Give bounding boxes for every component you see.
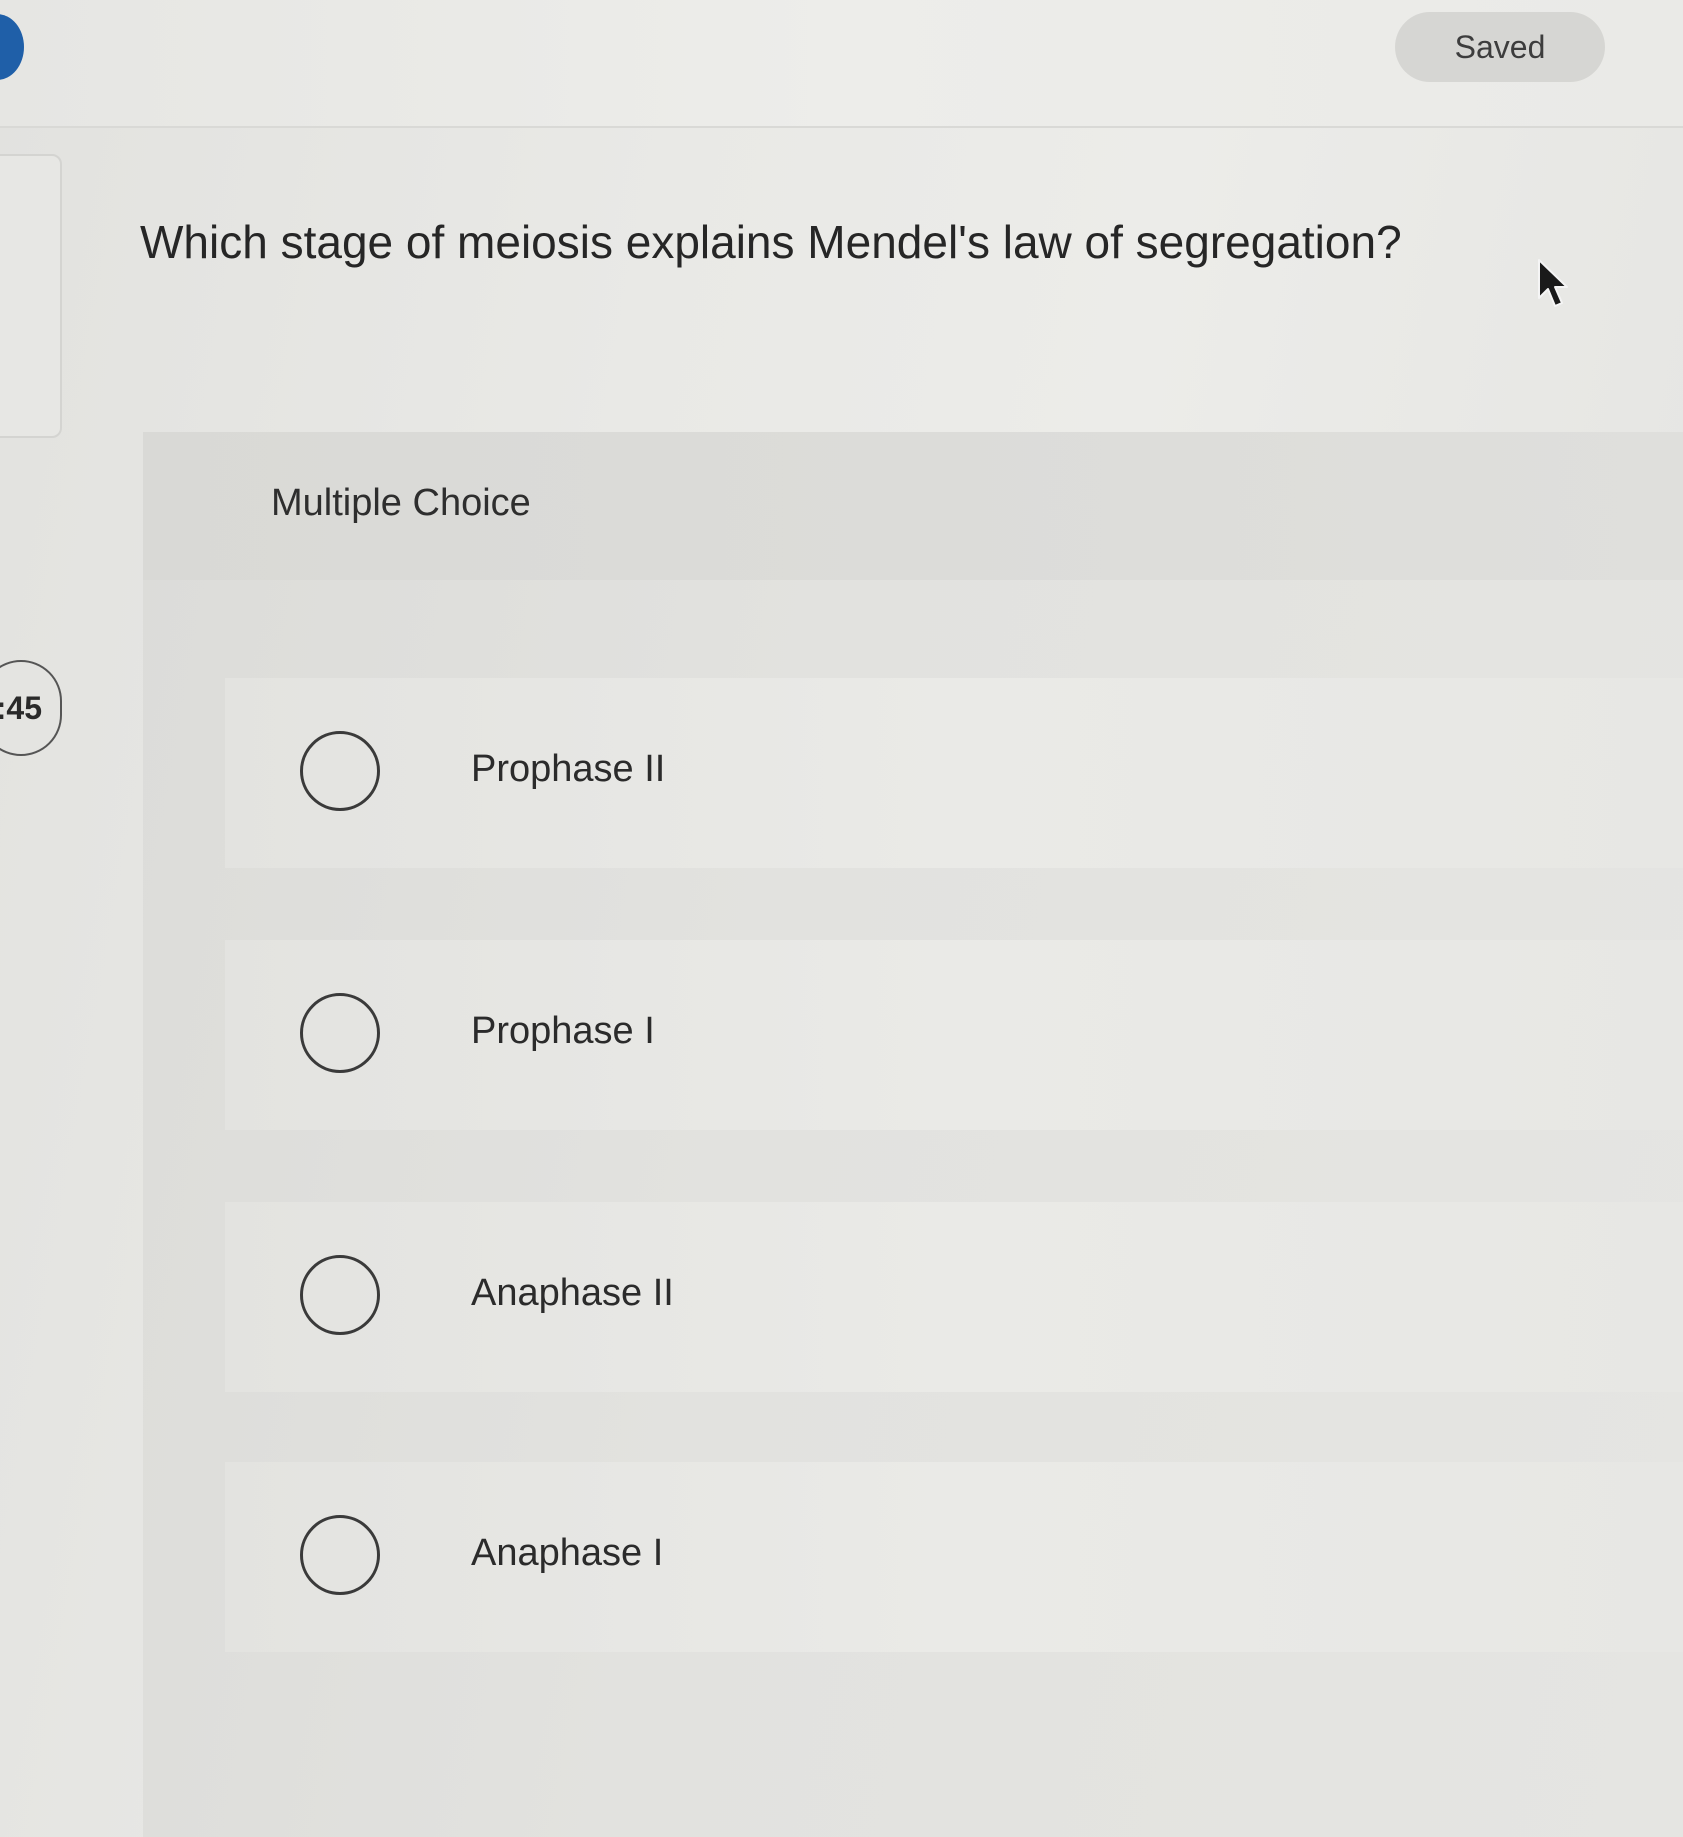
radio-unchecked-icon[interactable]: [300, 993, 380, 1073]
question-text: Which stage of meiosis explains Mendel's…: [140, 216, 1402, 268]
answer-option-label: Anaphase I: [471, 1532, 664, 1574]
timer-value: :45: [0, 689, 42, 726]
saved-status-label: Saved: [1454, 28, 1546, 65]
progress-indicator-icon[interactable]: [0, 14, 24, 80]
question-type-label: Multiple Choice: [271, 482, 531, 524]
side-panel-tab[interactable]: [0, 154, 62, 438]
answer-option[interactable]: Anaphase I: [225, 1462, 1683, 1652]
question-type-header: Multiple Choice: [143, 432, 1683, 580]
radio-unchecked-icon[interactable]: [300, 731, 380, 811]
answer-option-label: Prophase I: [471, 1010, 655, 1052]
answer-option[interactable]: Prophase II: [225, 678, 1683, 868]
answer-option[interactable]: Anaphase II: [225, 1202, 1683, 1392]
answer-option[interactable]: Prophase I: [225, 940, 1683, 1130]
saved-status-badge: Saved: [1395, 12, 1605, 82]
radio-unchecked-icon[interactable]: [300, 1255, 380, 1335]
answer-option-label: Prophase II: [471, 748, 666, 790]
mouse-pointer-icon: [1538, 259, 1568, 307]
radio-unchecked-icon[interactable]: [300, 1515, 380, 1595]
answer-option-label: Anaphase II: [471, 1272, 674, 1314]
timer-badge: :45: [0, 660, 62, 756]
top-bar: Saved: [0, 0, 1683, 128]
